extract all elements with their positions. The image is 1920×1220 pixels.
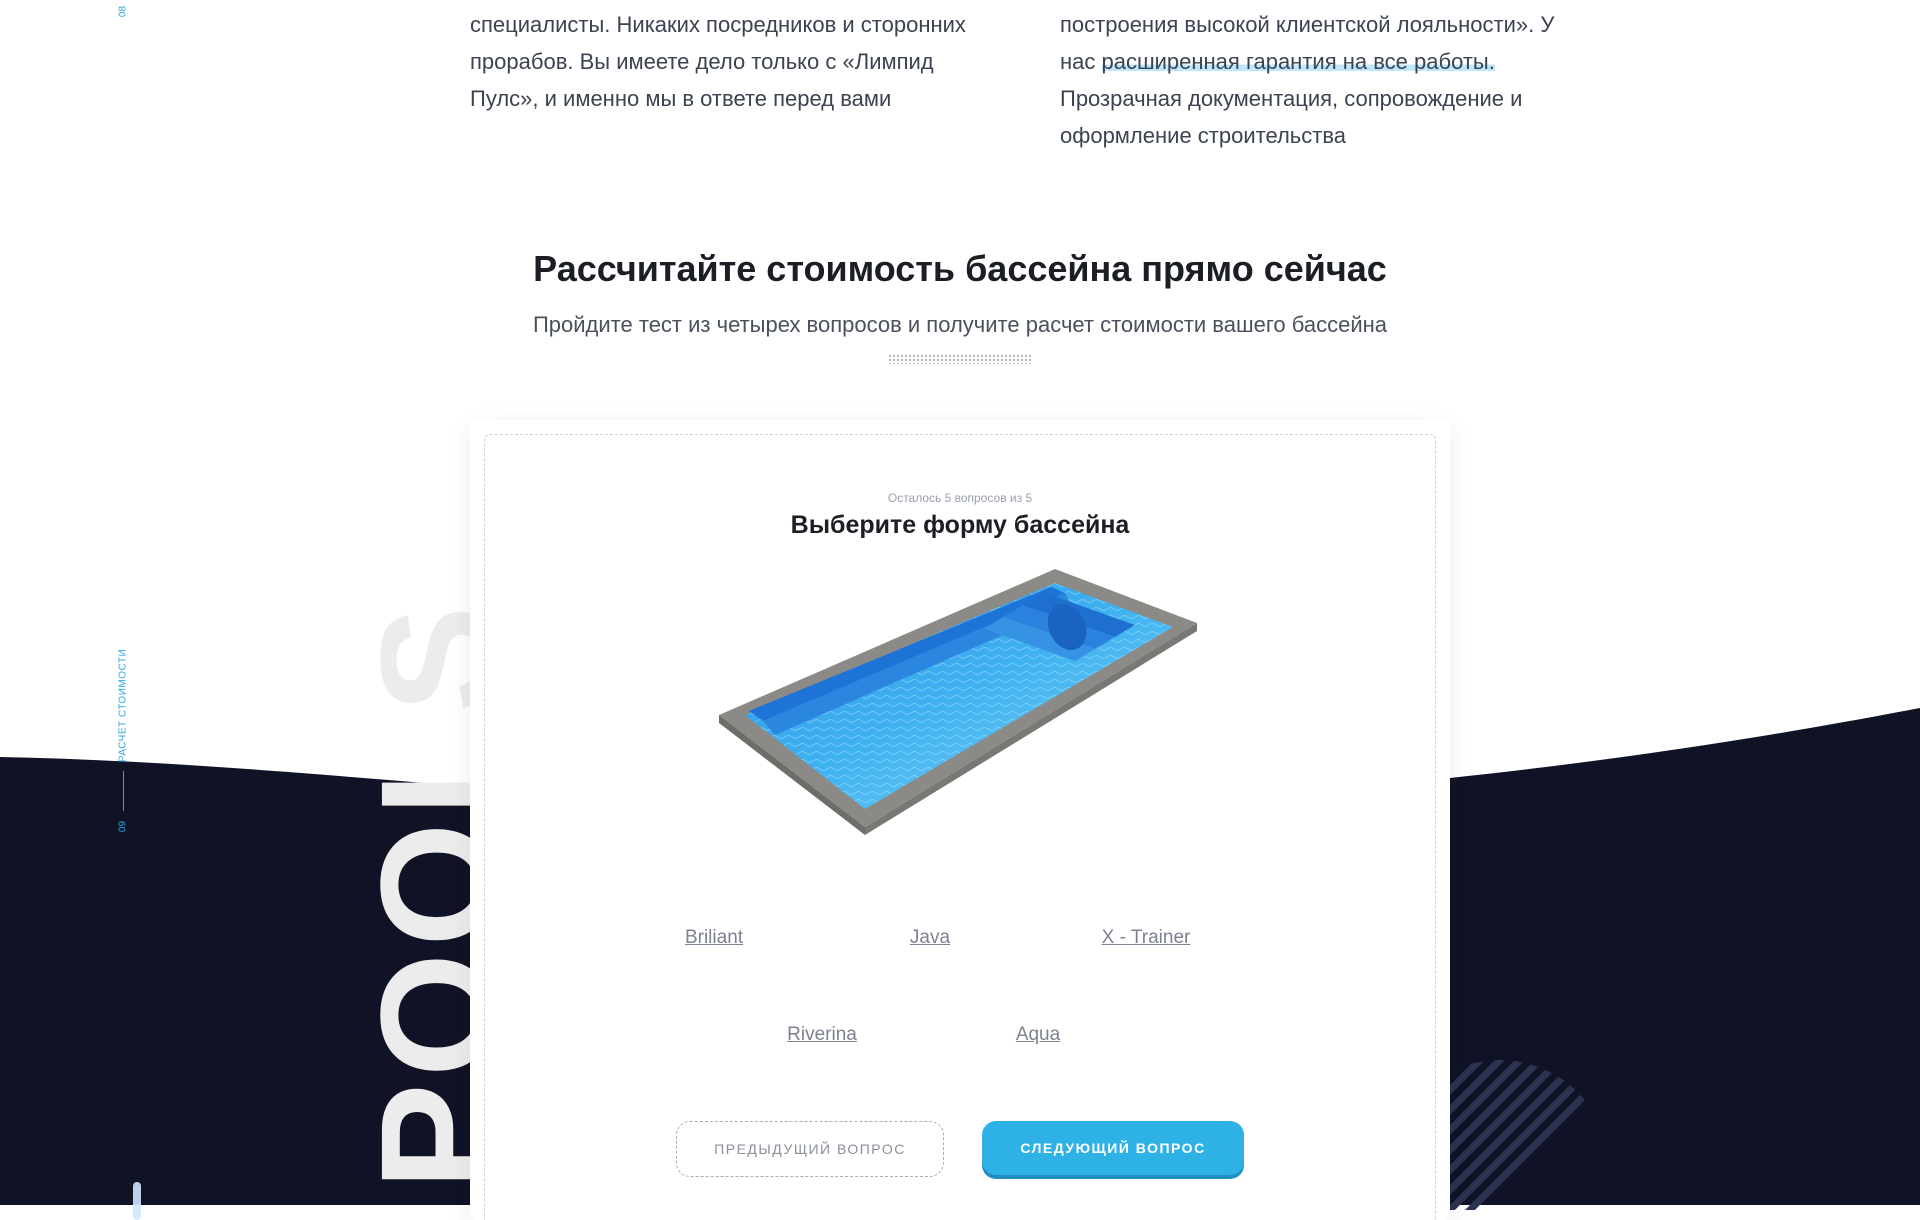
decorative-stripes	[1440, 1060, 1610, 1210]
pool-option-x-trainer[interactable]: X - Trainer	[1102, 927, 1191, 949]
previous-question-button[interactable]: Предыдущий вопрос	[676, 1121, 944, 1177]
glow-decoration-icon	[133, 1182, 141, 1220]
current-section-number: 09	[117, 820, 129, 833]
pool-option-riverina[interactable]: Riverina	[787, 1024, 857, 1046]
pool-option-java[interactable]: Java	[910, 927, 950, 949]
section-side-nav: 08 Расчет стоимости 09	[113, 0, 133, 1205]
current-section-label: Расчет стоимости	[117, 648, 129, 763]
pool-option-aqua[interactable]: Aqua	[1016, 1024, 1060, 1046]
quiz-card-inner: Осталось 5 вопросов из 5 Выберите форму …	[484, 434, 1436, 1220]
quiz-progress: Осталось 5 вопросов из 5	[887, 491, 1033, 505]
intro-right-paragraph: построения высокой клиентской лояльности…	[1060, 6, 1580, 154]
section-title: Рассчитайте стоимость бассейна прямо сей…	[533, 248, 1387, 289]
dotted-divider	[888, 354, 1032, 364]
next-question-button[interactable]: Следующий вопрос	[982, 1121, 1244, 1175]
intro-right-text-end: Прозрачная документация, сопровождение и…	[1060, 86, 1523, 148]
section-indicator-line	[123, 771, 124, 811]
pool-option-briliant[interactable]: Briliant	[685, 927, 743, 949]
section-subtitle: Пройдите тест из четырех вопросов и полу…	[532, 312, 1387, 337]
warranty-highlight: расширенная гарантия на все работы.	[1101, 49, 1495, 74]
quiz-question: Выберите форму бассейна	[790, 511, 1130, 539]
quiz-card: Осталось 5 вопросов из 5 Выберите форму …	[470, 420, 1450, 1220]
intro-left-paragraph: специалисты. Никаких посредников и сторо…	[470, 12, 966, 111]
pool-shape-image	[719, 569, 1197, 835]
prev-section-number[interactable]: 08	[118, 2, 129, 22]
